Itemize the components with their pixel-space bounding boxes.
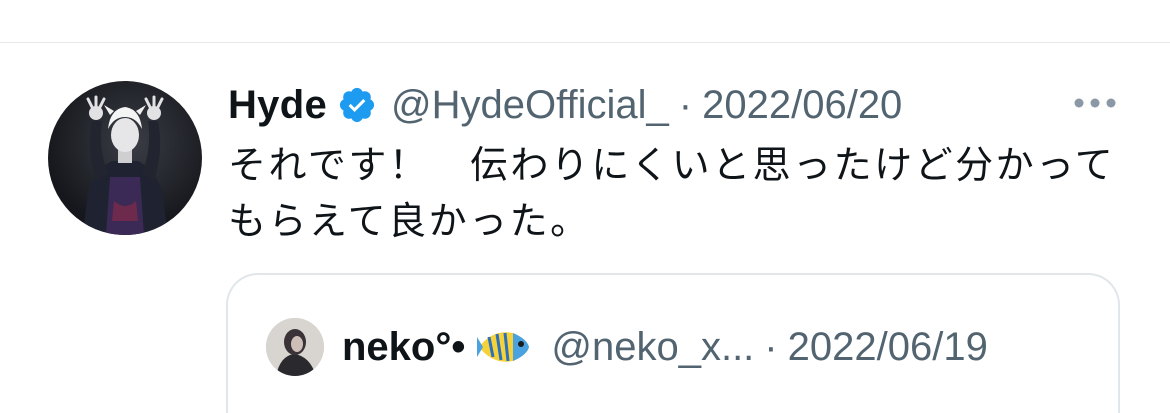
- display-name[interactable]: Hyde: [228, 83, 327, 128]
- tropical-fish-icon: [475, 325, 533, 369]
- tweet-header: Hyde @HydeOfficial_ · 2022/06/20: [228, 79, 902, 131]
- more-horizontal-icon[interactable]: [1072, 95, 1118, 109]
- quoted-separator-dot: ·: [764, 324, 778, 369]
- quoted-tweet-header: neko°• @neko_x... · 2022/06/19: [266, 317, 988, 377]
- tweet[interactable]: Hyde @HydeOfficial_ · 2022/06/20 それです！ 伝…: [0, 43, 1170, 413]
- quoted-user-handle[interactable]: @neko_x...: [551, 325, 754, 370]
- user-handle[interactable]: @HydeOfficial_: [391, 83, 669, 128]
- avatar[interactable]: [48, 81, 202, 235]
- quoted-avatar[interactable]: [266, 318, 324, 376]
- verified-badge-icon: [337, 85, 377, 125]
- separator-dot: ·: [678, 82, 693, 127]
- quoted-tweet-date[interactable]: 2022/06/19: [788, 325, 988, 370]
- quoted-display-name[interactable]: neko°•: [342, 325, 465, 370]
- tweet-text: それです！ 伝わりにくいと思ったけど分かってもらえて良かった。: [228, 143, 1116, 243]
- tweet-date[interactable]: 2022/06/20: [702, 83, 902, 128]
- quoted-tweet-card[interactable]: neko°• @neko_x... · 2022/06/19: [226, 273, 1120, 413]
